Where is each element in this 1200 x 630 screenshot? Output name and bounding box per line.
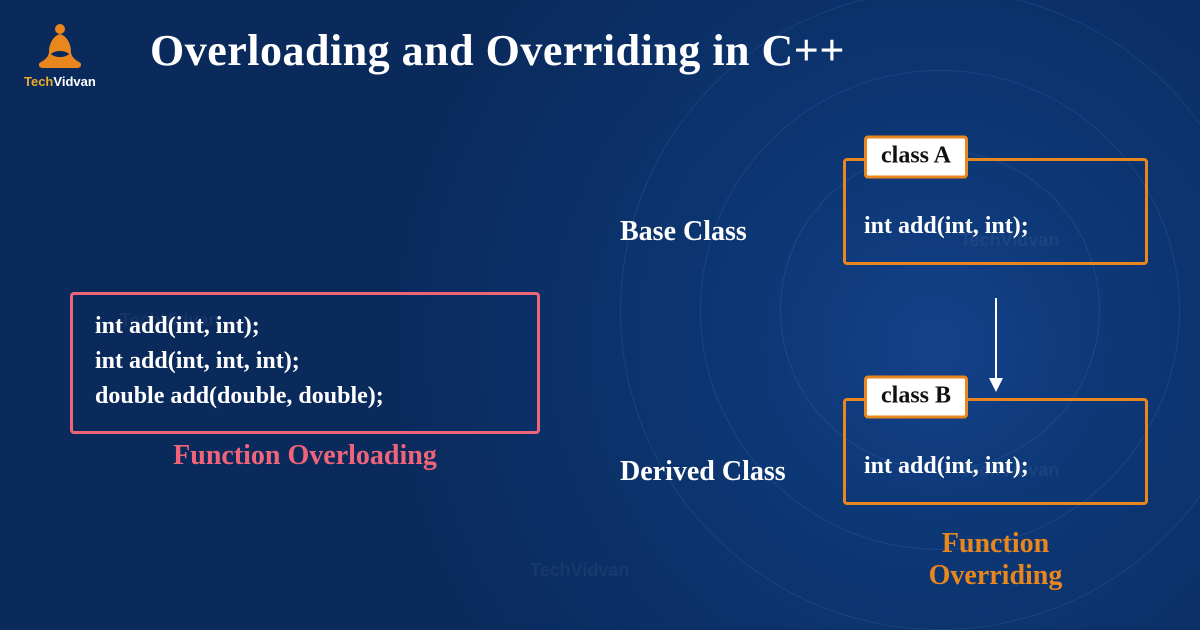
inheritance-arrow-icon	[995, 298, 997, 390]
code-line: int add(int, int);	[95, 309, 515, 344]
brand-logo: TechVidvan	[24, 18, 96, 89]
class-a-card: class A int add(int, int);	[843, 158, 1148, 265]
overloading-code-box: int add(int, int); int add(int, int, int…	[70, 292, 540, 434]
code-line: int add(int, int, int);	[95, 344, 515, 379]
code-line: double add(double, double);	[95, 379, 515, 414]
class-a-body: int add(int, int);	[864, 213, 1127, 240]
base-class-label: Base Class	[620, 216, 747, 248]
overriding-caption-line1: Function	[942, 528, 1049, 559]
class-b-card: class B int add(int, int);	[843, 398, 1148, 505]
brand-vidvan: Vidvan	[53, 74, 95, 89]
brand-name: TechVidvan	[24, 74, 96, 89]
watermark: TechVidvan	[530, 560, 629, 581]
overriding-caption: Function Overriding	[843, 528, 1148, 592]
class-b-tag: class B	[864, 376, 968, 419]
overriding-caption-line2: Overriding	[929, 560, 1063, 591]
class-b-body: int add(int, int);	[864, 453, 1127, 480]
page-title: Overloading and Overriding in C++	[150, 25, 845, 76]
class-a-tag: class A	[864, 136, 968, 179]
meditation-icon	[35, 18, 85, 72]
derived-class-label: Derived Class	[620, 456, 786, 488]
overloading-caption: Function Overloading	[70, 440, 540, 472]
brand-tech: Tech	[24, 74, 53, 89]
